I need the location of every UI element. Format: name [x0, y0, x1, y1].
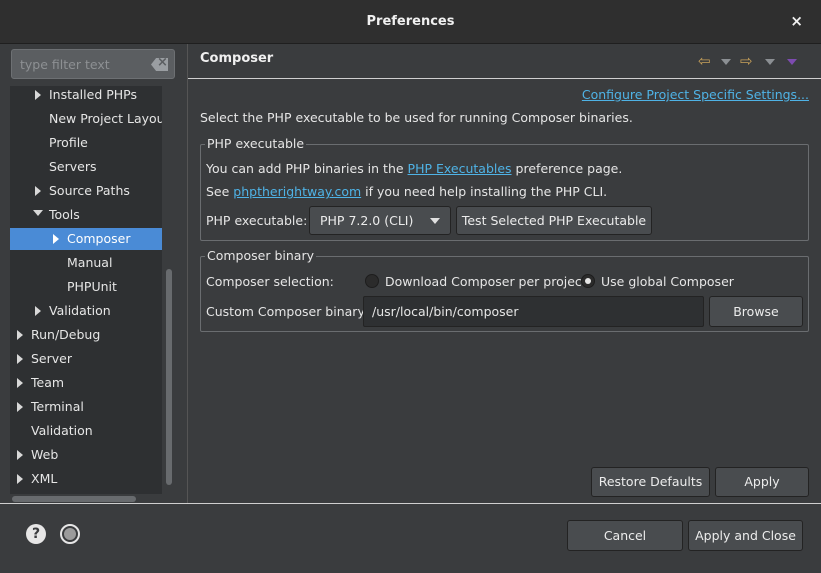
- header-separator: [188, 78, 821, 79]
- tree-item[interactable]: Servers: [10, 156, 162, 178]
- apply-button[interactable]: Apply: [715, 467, 809, 497]
- tree-item-label: Profile: [49, 135, 88, 150]
- close-icon[interactable]: ×: [790, 12, 803, 30]
- radio-global-composer-label[interactable]: Use global Composer: [601, 274, 734, 289]
- tree-item-label: Source Paths: [49, 183, 130, 198]
- php-executable-value: PHP 7.2.0 (CLI): [320, 213, 414, 228]
- chevron-right-icon[interactable]: [17, 378, 23, 388]
- preferences-icon[interactable]: [60, 524, 80, 544]
- hint-text: preference page.: [511, 161, 623, 176]
- chevron-right-icon[interactable]: [17, 474, 23, 484]
- tree-item-label: Run/Debug: [31, 327, 101, 342]
- tree-item[interactable]: Validation: [10, 420, 162, 442]
- tree-item[interactable]: Terminal: [10, 396, 162, 418]
- tree-item[interactable]: Validation: [10, 300, 162, 322]
- tree-item[interactable]: Source Paths: [10, 180, 162, 202]
- tree-item[interactable]: Installed PHPs: [10, 86, 162, 106]
- configure-project-settings-link[interactable]: Configure Project Specific Settings...: [582, 87, 809, 102]
- php-binaries-hint: You can add PHP binaries in the PHP Exec…: [206, 161, 622, 176]
- radio-download-composer[interactable]: [365, 274, 379, 288]
- custom-composer-binary-label: Custom Composer binary:: [206, 304, 369, 319]
- preferences-tree[interactable]: Installed PHPs New Project Layout Profile S…: [10, 86, 162, 494]
- tree-item[interactable]: Server: [10, 348, 162, 370]
- chevron-right-icon[interactable]: [35, 306, 41, 316]
- custom-composer-binary-input[interactable]: [363, 296, 704, 327]
- chevron-right-icon[interactable]: [35, 90, 41, 100]
- sidebar: type filter text Installed PHPs New Proje…: [8, 47, 178, 507]
- help-icon[interactable]: ?: [26, 524, 46, 544]
- chevron-down-icon: [430, 218, 440, 224]
- filter-placeholder: type filter text: [20, 57, 110, 72]
- radio-global-composer[interactable]: [581, 274, 595, 288]
- hint-text: See: [206, 184, 234, 199]
- filter-input[interactable]: type filter text: [11, 49, 175, 79]
- chevron-right-icon[interactable]: [17, 354, 23, 364]
- tree-item[interactable]: Run/Debug: [10, 324, 162, 346]
- php-cli-hint: See phptherightway.com if you need help …: [206, 184, 607, 199]
- tree-item-label: Validation: [49, 303, 111, 318]
- tree-item-label: Tools: [49, 207, 80, 222]
- tree-item[interactable]: Team: [10, 372, 162, 394]
- radio-download-composer-label[interactable]: Download Composer per project: [385, 274, 587, 289]
- tree-item-label: Manual: [67, 255, 113, 270]
- tree-item-label: XML: [31, 471, 58, 486]
- tree-item[interactable]: Tools: [10, 204, 162, 226]
- tree-item-label: New Project Layout: [49, 111, 162, 126]
- tree-item-label: Team: [31, 375, 65, 390]
- hint-text: You can add PHP binaries in the: [206, 161, 408, 176]
- test-php-executable-button[interactable]: Test Selected PHP Executable: [456, 206, 652, 235]
- browse-button[interactable]: Browse: [709, 296, 803, 327]
- tree-item[interactable]: Manual: [10, 252, 162, 274]
- chevron-right-icon[interactable]: [17, 402, 23, 412]
- php-executable-group: PHP executable You can add PHP binaries …: [200, 136, 809, 241]
- tree-item-label: PHPUnit: [67, 279, 117, 294]
- tree-horizontal-scrollbar[interactable]: [12, 496, 136, 502]
- tree-item-label: Validation: [31, 423, 93, 438]
- page-title: Composer: [200, 51, 274, 66]
- chevron-down-icon[interactable]: [33, 210, 43, 216]
- tree-item[interactable]: New Project Layout: [10, 108, 162, 130]
- php-executable-select[interactable]: PHP 7.2.0 (CLI): [309, 206, 451, 235]
- chevron-right-icon[interactable]: [53, 234, 59, 244]
- apply-and-close-button[interactable]: Apply and Close: [688, 520, 803, 551]
- phptherightway-link[interactable]: phptherightway.com: [233, 184, 361, 199]
- title-bar: Preferences ×: [0, 0, 821, 44]
- tree-item-label: Terminal: [31, 399, 84, 414]
- cancel-button[interactable]: Cancel: [567, 520, 683, 551]
- window-title: Preferences: [366, 14, 455, 29]
- chevron-right-icon[interactable]: [17, 450, 23, 460]
- chevron-right-icon[interactable]: [35, 186, 41, 196]
- chevron-right-icon[interactable]: [17, 330, 23, 340]
- tree-item[interactable]: Profile: [10, 132, 162, 154]
- page-description: Select the PHP executable to be used for…: [200, 110, 633, 125]
- restore-defaults-button[interactable]: Restore Defaults: [591, 467, 710, 497]
- tree-item-label: Composer: [67, 231, 131, 246]
- preferences-dialog: type filter text Installed PHPs New Proje…: [0, 44, 821, 573]
- tree-item[interactable]: Web: [10, 444, 162, 466]
- tree-item[interactable]: PHPUnit: [10, 276, 162, 298]
- clear-filter-icon[interactable]: [151, 58, 168, 71]
- tree-vertical-scrollbar[interactable]: [166, 269, 172, 485]
- composer-binary-group: Composer binary Composer selection: Down…: [200, 248, 809, 332]
- tree-item-label: Server: [31, 351, 72, 366]
- hint-text: if you need help installing the PHP CLI.: [361, 184, 608, 199]
- group-title: PHP executable: [205, 136, 307, 151]
- tree-item-label: Web: [31, 447, 59, 462]
- group-title: Composer binary: [205, 248, 316, 263]
- tree-item-label: Servers: [49, 159, 97, 174]
- php-executables-link[interactable]: PHP Executables: [408, 161, 512, 176]
- tree-item[interactable]: Composer: [10, 228, 162, 250]
- page-content: Composer ⇦ ⇨ Configure Project Specific …: [188, 44, 821, 504]
- footer-separator: [0, 503, 821, 504]
- tree-item[interactable]: XML: [10, 468, 162, 490]
- php-executable-label: PHP executable:: [206, 213, 308, 228]
- tree-item-label: Installed PHPs: [49, 87, 137, 102]
- composer-selection-label: Composer selection:: [206, 274, 334, 289]
